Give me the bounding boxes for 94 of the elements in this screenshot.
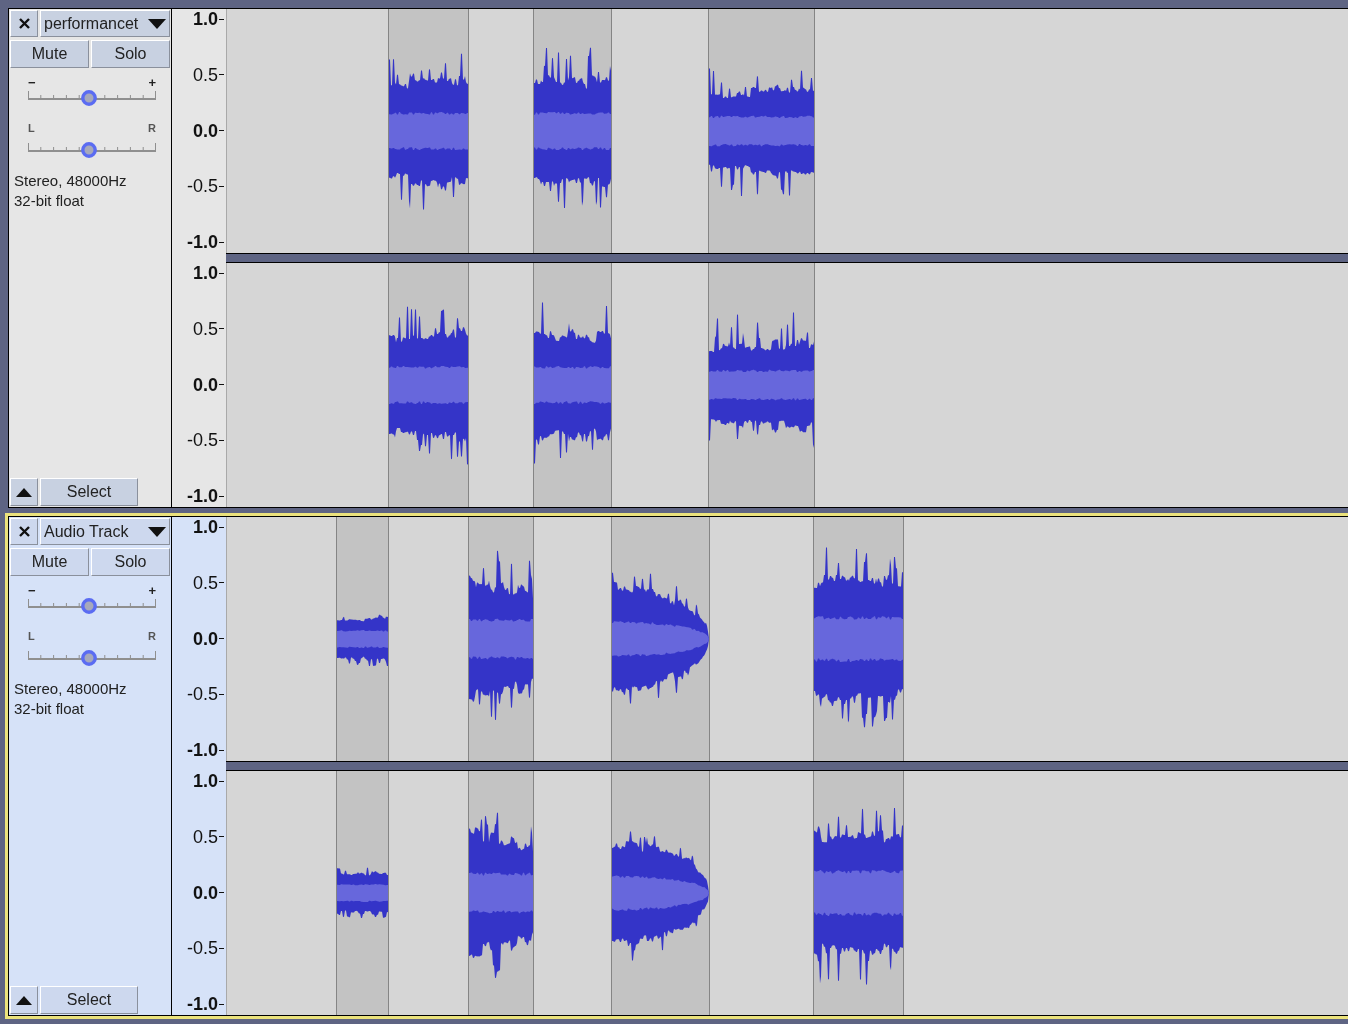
ruler-label: 1.0 [192, 264, 218, 282]
tick-mark [219, 638, 224, 639]
waveform [337, 867, 388, 918]
track-info-text: Stereo, 48000Hz [14, 171, 127, 191]
close-icon [18, 18, 30, 29]
audio-clip[interactable] [336, 517, 389, 761]
track-info-text: 32-bit float [14, 191, 85, 211]
tick-mark [219, 693, 224, 695]
audio-clip[interactable] [388, 9, 469, 253]
slider-thumb[interactable] [81, 90, 98, 106]
audio-clip[interactable] [813, 771, 904, 1015]
audio-clip[interactable] [468, 771, 534, 1015]
close-button[interactable] [10, 10, 38, 37]
pan-slider[interactable] [28, 142, 156, 156]
tick-mark [219, 130, 224, 131]
slider-thumb[interactable] [81, 598, 98, 614]
mute-button[interactable]: Mute [10, 548, 89, 576]
track-info-text: Stereo, 48000Hz [14, 679, 127, 699]
tick-mark [219, 947, 224, 949]
slider-min-label: L [28, 122, 35, 134]
ruler-label: -0.5 [186, 939, 218, 958]
ruler-label: 0.5 [192, 319, 218, 338]
ruler-label: -0.5 [186, 431, 218, 450]
audio-clip[interactable] [468, 517, 534, 761]
slider-min-label: − [28, 75, 36, 89]
tick-mark [219, 892, 224, 893]
gain-slider[interactable] [28, 598, 156, 612]
audio-clip[interactable] [533, 263, 612, 507]
tick-mark [219, 1003, 224, 1005]
collapse-button[interactable] [10, 478, 38, 506]
waveform [337, 614, 388, 666]
tick-mark [219, 185, 224, 187]
mute-button[interactable]: Mute [10, 40, 89, 68]
caret-down-icon [148, 526, 166, 537]
ruler-label: 1.0 [192, 518, 218, 536]
triangle-up-icon [16, 995, 32, 1005]
ruler-label: -0.5 [186, 685, 218, 704]
slider-max-label: R [148, 122, 156, 134]
slider-thumb[interactable] [81, 650, 98, 666]
close-button[interactable] [10, 518, 38, 545]
tick-mark [219, 780, 224, 782]
ruler-label: 0.0 [192, 375, 218, 394]
ruler-label: 1.0 [192, 10, 218, 28]
ruler-label: 0.5 [192, 65, 218, 84]
audio-clip[interactable] [611, 517, 710, 761]
tick-mark [219, 749, 224, 751]
ruler-label: -1.0 [186, 995, 218, 1013]
ruler-label: -1.0 [186, 487, 218, 505]
ruler-label: -1.0 [186, 741, 218, 759]
slider-min-label: − [28, 583, 36, 597]
tick-mark [219, 526, 224, 528]
gain-slider[interactable] [28, 90, 156, 104]
tick-mark [219, 384, 224, 385]
audio-clip[interactable] [611, 771, 710, 1015]
collapse-button[interactable] [10, 986, 38, 1014]
select-button[interactable]: Select [40, 986, 138, 1014]
tick-mark [219, 582, 224, 584]
track-info-text: 32-bit float [14, 699, 85, 719]
ruler-label: 0.0 [192, 883, 218, 902]
close-icon [18, 526, 30, 537]
slider-min-label: L [28, 630, 35, 642]
pan-slider[interactable] [28, 650, 156, 664]
slider-thumb[interactable] [81, 142, 98, 158]
ruler-label: 0.0 [192, 121, 218, 140]
audio-clip[interactable] [708, 9, 815, 253]
tick-mark [219, 74, 224, 76]
ruler-label: -1.0 [186, 233, 218, 251]
ruler-label: 1.0 [192, 772, 218, 790]
tick-mark [219, 18, 224, 20]
ruler-label: -0.5 [186, 177, 218, 196]
track-name-menu[interactable]: Audio Track [40, 518, 170, 545]
tick-mark [219, 439, 224, 441]
slider-max-label: + [148, 75, 156, 89]
tick-mark [219, 328, 224, 330]
solo-button[interactable]: Solo [91, 548, 170, 576]
ruler-label: 0.5 [192, 827, 218, 846]
audio-clip[interactable] [336, 771, 389, 1015]
select-button[interactable]: Select [40, 478, 138, 506]
tick-mark [219, 495, 224, 497]
tick-mark [219, 836, 224, 838]
triangle-up-icon [16, 487, 32, 497]
tick-mark [219, 241, 224, 243]
ruler-label: 0.5 [192, 573, 218, 592]
track-name-menu[interactable]: performancet [40, 10, 170, 37]
slider-max-label: R [148, 630, 156, 642]
ruler-label: 0.0 [192, 629, 218, 648]
audio-clip[interactable] [708, 263, 815, 507]
audio-clip[interactable] [813, 517, 904, 761]
solo-button[interactable]: Solo [91, 40, 170, 68]
slider-max-label: + [148, 583, 156, 597]
audio-clip[interactable] [388, 263, 469, 507]
tick-mark [219, 272, 224, 274]
audio-clip[interactable] [533, 9, 612, 253]
caret-down-icon [148, 18, 166, 29]
